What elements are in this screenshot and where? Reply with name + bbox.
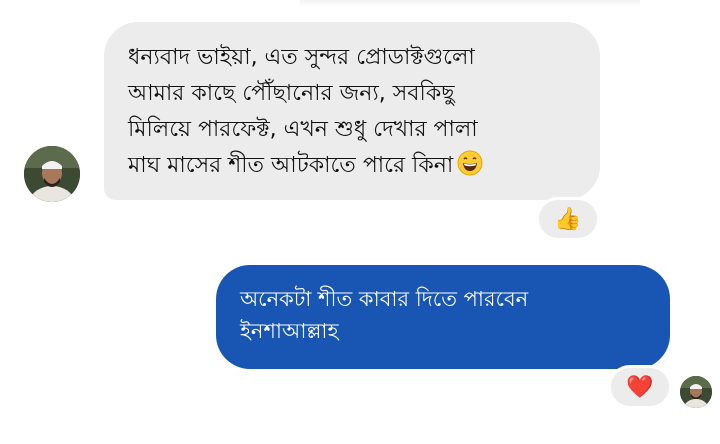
heart-icon: ❤️ xyxy=(626,374,654,400)
grinning-face-icon xyxy=(457,150,483,176)
message-text: মাঘ মাসের শীত আটকাতে পারে কিনা xyxy=(128,153,454,178)
incoming-message-bubble[interactable]: ধন্যবাদ ভাইয়া, এত সুন্দর প্রোডাক্টগুলো … xyxy=(104,22,600,200)
message-line: ধন্যবাদ ভাইয়া, এত সুন্দর প্রোডাক্টগুলো xyxy=(128,45,475,70)
sender-avatar[interactable] xyxy=(24,146,80,202)
message-reaction-heart[interactable]: ❤️ xyxy=(608,365,672,409)
message-reaction-like[interactable]: 👍 xyxy=(536,197,600,241)
scroll-edge-shadow xyxy=(300,0,640,6)
profile-photo-icon xyxy=(24,146,80,202)
seen-avatar-icon xyxy=(680,376,712,408)
message-line: অনেকটা শীত কাবার দিতে পারবেন xyxy=(240,287,529,311)
outgoing-message-bubble[interactable]: অনেকটা শীত কাবার দিতে পারবেন ইনশাআল্লাহ xyxy=(216,265,670,369)
message-line: আমার কাছে পৌঁছানোর জন্য, সবকিছু xyxy=(128,81,455,106)
message-line: মিলিয়ে পারফেক্ট, এখন শুধু দেখার পালা xyxy=(128,117,478,142)
seen-indicator-avatar xyxy=(680,376,712,408)
thumbs-up-icon: 👍 xyxy=(554,206,582,232)
message-line-last: মাঘ মাসের শীত আটকাতে পারে কিনা xyxy=(128,148,576,184)
message-line: ইনশাআল্লাহ xyxy=(240,319,339,343)
